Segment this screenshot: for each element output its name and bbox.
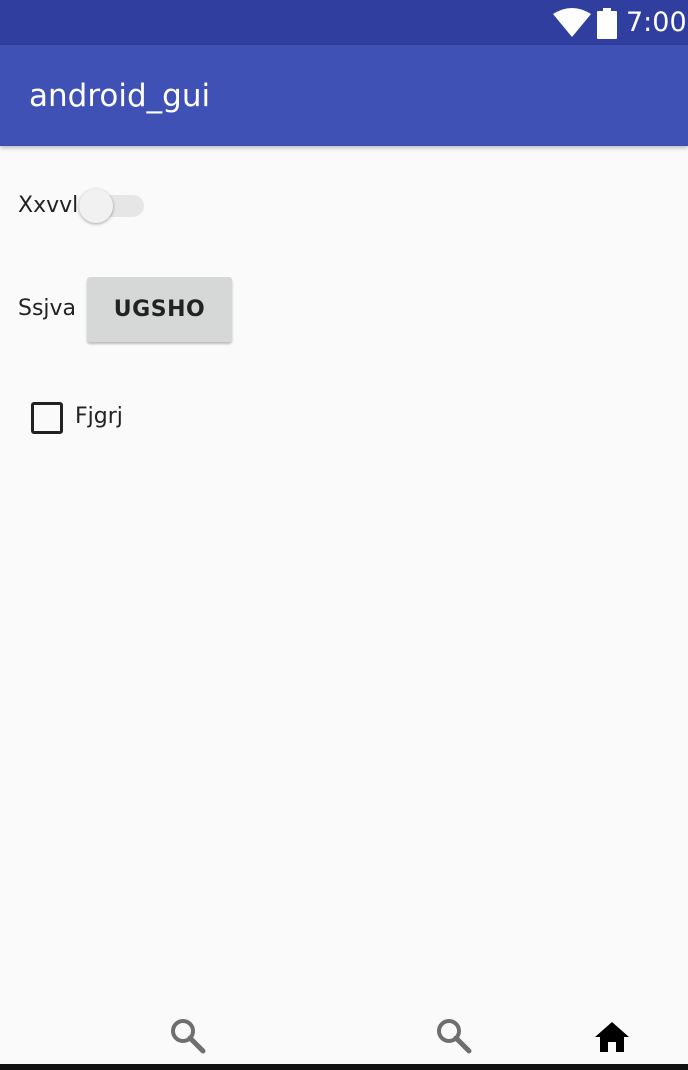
- bottom-divider: [0, 1064, 688, 1070]
- battery-icon: [597, 8, 617, 39]
- app-bar: android_gui: [0, 45, 688, 146]
- home-icon[interactable]: [592, 1016, 632, 1056]
- status-time: 7:00: [626, 7, 687, 38]
- app-title: android_gui: [29, 78, 211, 114]
- ugsho-button[interactable]: UGSHO: [87, 277, 232, 342]
- status-bar: 7:00: [0, 0, 688, 45]
- search-icon[interactable]: [434, 1016, 474, 1056]
- checkbox-label[interactable]: Fjgrj: [75, 402, 123, 432]
- switch-label: Xxvvl: [18, 193, 79, 218]
- switch-thumb: [79, 189, 113, 223]
- button-row-label: Ssjva: [18, 296, 77, 321]
- search-icon[interactable]: [168, 1016, 208, 1056]
- toggle-switch[interactable]: [78, 187, 146, 227]
- bottom-navigation: [0, 1010, 688, 1070]
- wifi-icon: [553, 8, 591, 37]
- checkbox[interactable]: [31, 402, 63, 434]
